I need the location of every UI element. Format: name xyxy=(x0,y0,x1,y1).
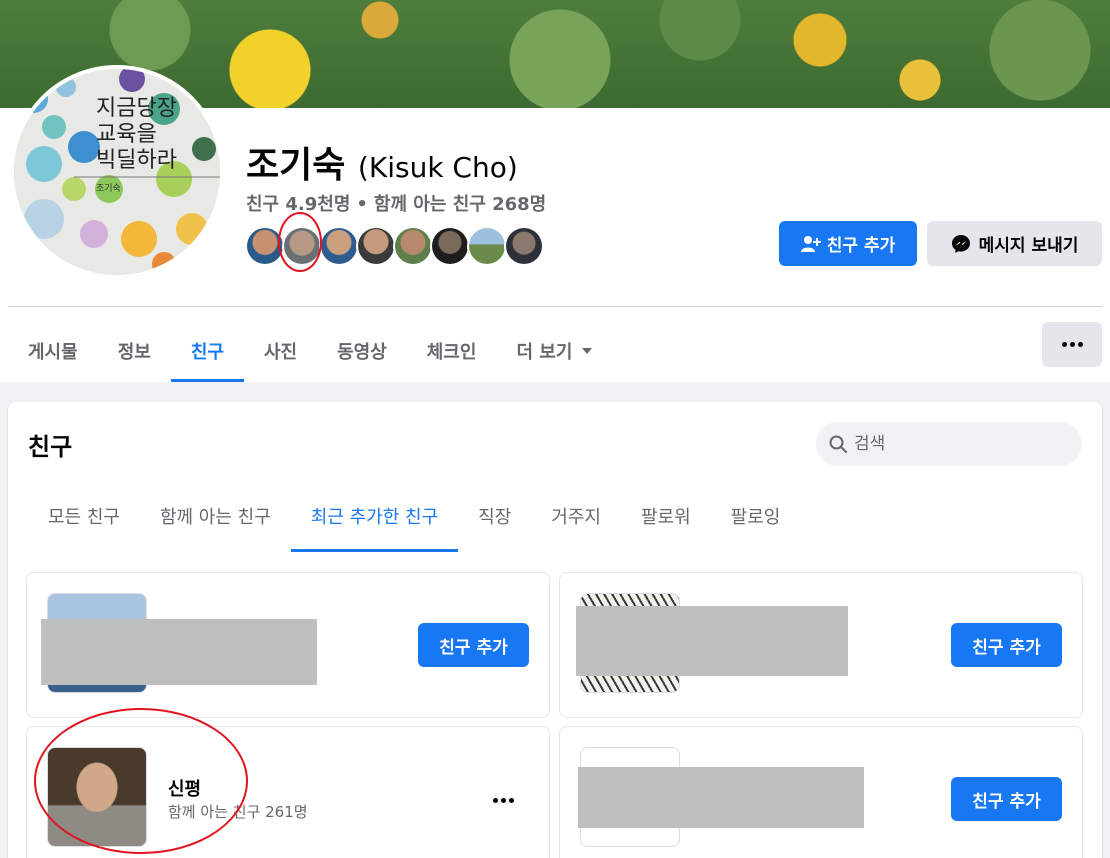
mutual-friends-link[interactable]: 함께 아는 친구 268명 xyxy=(374,194,546,215)
tab-more[interactable]: 더 보기 xyxy=(496,320,612,382)
more-options-button[interactable] xyxy=(1042,322,1102,367)
profile-stats: 친구 4.9천명 • 함께 아는 친구 268명 xyxy=(246,190,546,216)
friend-add-button[interactable]: 친구 추가 xyxy=(418,623,529,667)
add-user-icon xyxy=(800,235,821,252)
search-icon xyxy=(829,435,847,453)
send-message-label: 메시지 보내기 xyxy=(978,236,1079,256)
tab-photos[interactable]: 사진 xyxy=(244,320,317,382)
header-divider xyxy=(8,306,1102,307)
profile-name: 조기숙 (Kisuk Cho) xyxy=(246,136,518,188)
tab-label: 체크인 xyxy=(426,342,477,363)
friend-thumbnail[interactable] xyxy=(47,747,147,847)
subtab-label: 직장 xyxy=(478,507,512,528)
friend-card: 친구 추가 xyxy=(559,726,1083,858)
friend-add-button[interactable]: 친구 추가 xyxy=(951,777,1062,821)
friend-face[interactable] xyxy=(356,226,396,266)
friend-face[interactable] xyxy=(430,226,470,266)
subtab-label: 거주지 xyxy=(551,507,601,528)
subtab-label: 최근 추가한 친구 xyxy=(310,507,439,528)
friend-card: 친구 추가 xyxy=(26,572,550,718)
caret-down-icon xyxy=(582,348,593,354)
messenger-icon xyxy=(951,234,970,253)
friend-card: 신평 함께 아는 친구 261명 xyxy=(26,726,550,858)
friend-face[interactable] xyxy=(504,226,544,266)
tab-about[interactable]: 정보 xyxy=(98,320,171,382)
subtab-recently-added[interactable]: 최근 추가한 친구 xyxy=(290,480,459,552)
friend-face[interactable] xyxy=(245,226,285,266)
friend-mutual-count[interactable]: 함께 아는 친구 261명 xyxy=(168,801,308,822)
tab-posts[interactable]: 게시물 xyxy=(8,320,98,382)
profile-name-latin: (Kisuk Cho) xyxy=(357,151,518,184)
more-dots-icon xyxy=(1061,342,1083,347)
friends-count-link[interactable]: 친구 4.9천명 xyxy=(246,194,350,215)
subtab-following[interactable]: 팔로잉 xyxy=(711,480,801,552)
redacted-area xyxy=(576,606,848,676)
redacted-area xyxy=(41,619,317,685)
tab-checkins[interactable]: 체크인 xyxy=(407,320,497,382)
tab-label: 친구 xyxy=(190,342,224,363)
add-friend-label: 친구 추가 xyxy=(826,236,896,256)
avatar-line2: 교육을 xyxy=(96,122,157,147)
subtab-label: 함께 아는 친구 xyxy=(159,507,271,528)
friend-options-button[interactable] xyxy=(485,785,521,815)
send-message-button[interactable]: 메시지 보내기 xyxy=(927,221,1102,266)
subtab-all-friends[interactable]: 모든 친구 xyxy=(28,480,140,552)
more-dots-icon xyxy=(492,797,514,803)
friend-face[interactable] xyxy=(467,226,507,266)
tab-friends[interactable]: 친구 xyxy=(170,320,245,382)
friends-subtabs: 모든 친구 함께 아는 친구 최근 추가한 친구 직장 거주지 팔로워 팔로잉 xyxy=(28,480,800,552)
friend-card: 친구 추가 xyxy=(559,572,1083,718)
friend-face[interactable] xyxy=(319,226,359,266)
friend-add-button[interactable]: 친구 추가 xyxy=(951,623,1062,667)
subtab-places-lived[interactable]: 거주지 xyxy=(531,480,621,552)
subtab-label: 모든 친구 xyxy=(48,507,120,528)
friends-search[interactable] xyxy=(816,422,1082,466)
subtab-work[interactable]: 직장 xyxy=(458,480,531,552)
add-label: 친구 추가 xyxy=(439,637,508,658)
avatar-line1: 지금당장 xyxy=(96,96,177,121)
subtab-label: 팔로워 xyxy=(640,507,691,528)
avatar-line3: 빅딜하라 xyxy=(96,148,177,173)
friend-name[interactable]: 신평 xyxy=(168,775,201,801)
profile-avatar[interactable]: 지금당장 교육을 빅딜하라 조기숙 xyxy=(10,65,224,279)
avatar-author: 조기숙 xyxy=(96,183,121,194)
tab-videos[interactable]: 동영상 xyxy=(317,320,407,382)
tab-label: 정보 xyxy=(117,342,151,363)
friends-title: 친구 xyxy=(28,433,73,461)
tab-label: 사진 xyxy=(263,342,298,363)
subtab-followers[interactable]: 팔로워 xyxy=(621,480,711,552)
tab-label: 게시물 xyxy=(28,342,78,363)
friend-face[interactable] xyxy=(393,226,433,266)
add-label: 친구 추가 xyxy=(972,637,1041,658)
add-friend-button[interactable]: 친구 추가 xyxy=(779,221,917,266)
stats-separator: • xyxy=(356,194,368,215)
redacted-area xyxy=(578,767,864,828)
search-input[interactable] xyxy=(854,434,1054,454)
add-label: 친구 추가 xyxy=(972,791,1041,812)
subtab-mutual-friends[interactable]: 함께 아는 친구 xyxy=(140,480,291,552)
tab-label: 동영상 xyxy=(337,342,387,363)
profile-name-korean: 조기숙 xyxy=(246,145,346,186)
profile-tabs: 게시물 정보 친구 사진 동영상 체크인 더 보기 xyxy=(8,320,612,382)
tab-label: 더 보기 xyxy=(516,342,573,363)
subtab-label: 팔로잉 xyxy=(730,507,781,528)
friend-face[interactable] xyxy=(282,226,322,266)
